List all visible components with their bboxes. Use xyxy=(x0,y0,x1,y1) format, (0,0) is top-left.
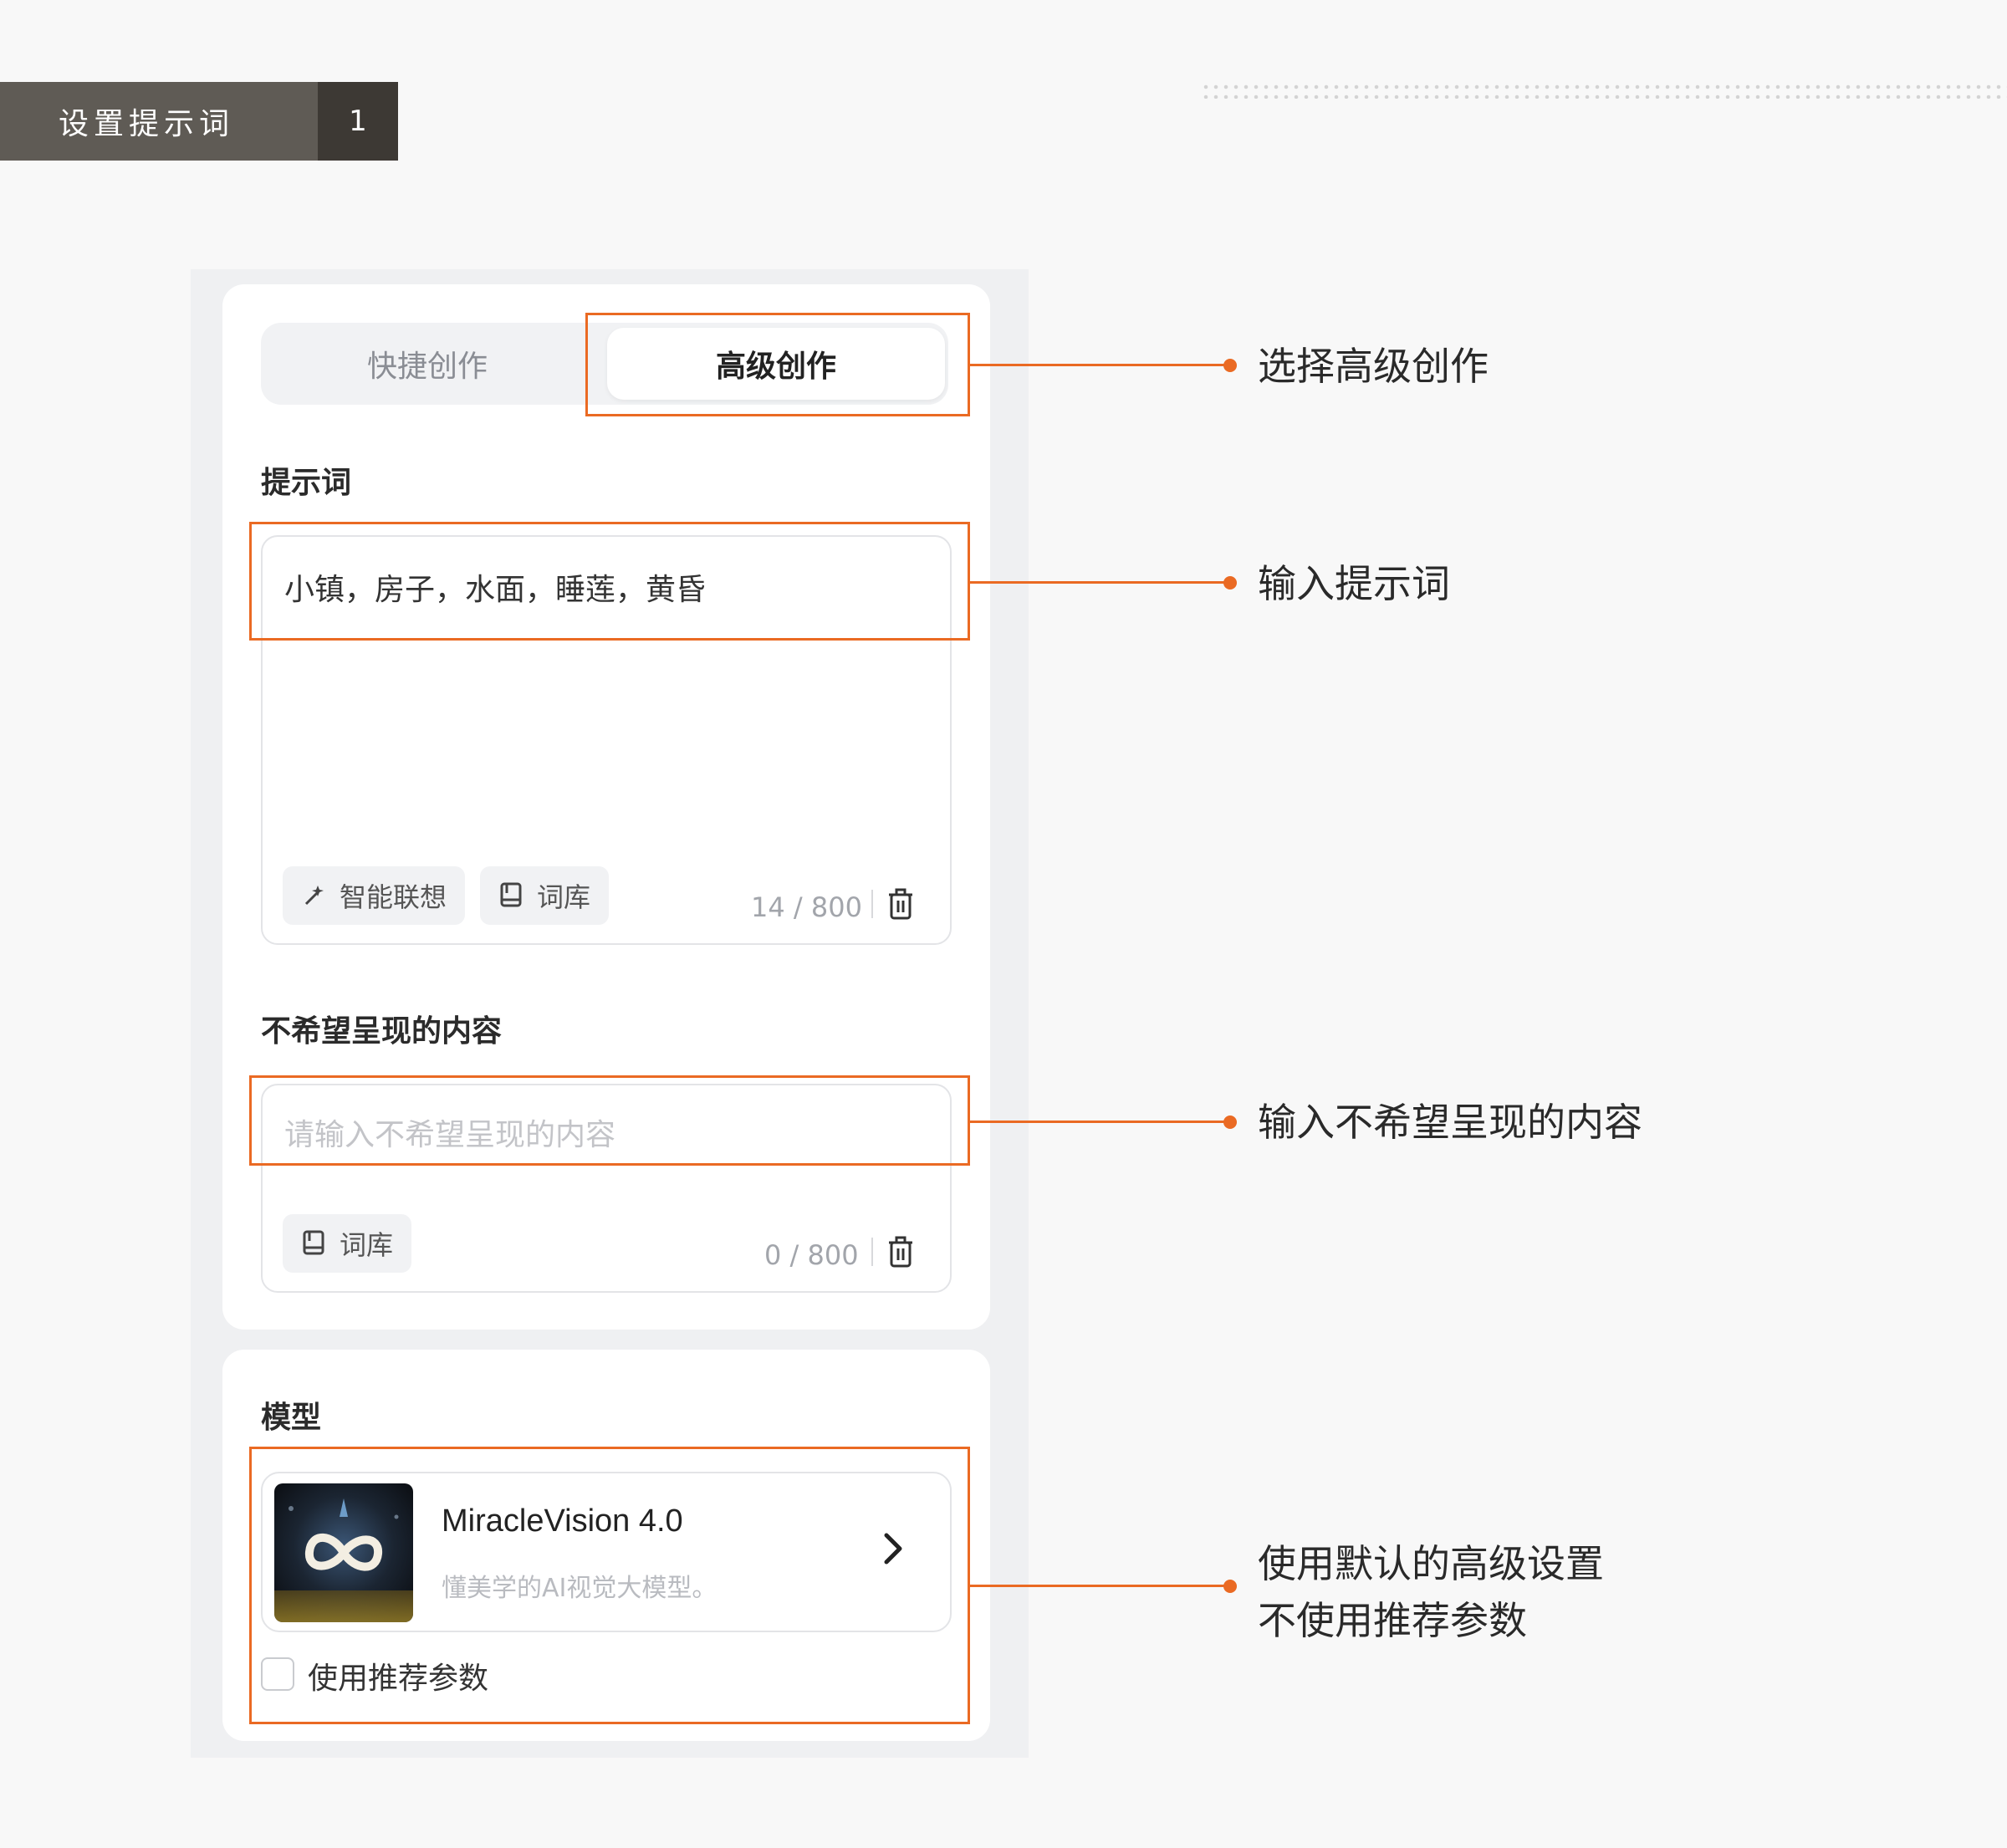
prompt-library-button[interactable]: 词库 xyxy=(480,866,610,925)
highlight-negative-input xyxy=(249,1075,970,1166)
step-title: 设置提示词 xyxy=(0,82,318,161)
prompt-char-counter: 14 / 800 xyxy=(751,891,862,923)
negative-clear-trash-icon[interactable] xyxy=(886,1236,915,1269)
book-icon xyxy=(498,881,525,910)
tab-quick-create[interactable]: 快捷创作 xyxy=(261,328,594,400)
annotation-input-prompt: 输入提示词 xyxy=(1258,561,1450,606)
highlight-model-section xyxy=(249,1447,970,1724)
leader-line xyxy=(970,1585,1229,1587)
step-tag: 设置提示词 1 xyxy=(0,82,398,161)
negative-library-label: 词库 xyxy=(340,1229,394,1261)
negative-prompt-label: 不希望呈现的内容 xyxy=(261,1014,503,1049)
highlight-advanced-tab xyxy=(585,313,970,416)
leader-dot xyxy=(1223,1580,1237,1593)
annotation-default-settings: 使用默认的高级设置 不使用推荐参数 xyxy=(1258,1535,1604,1649)
negative-char-counter: 0 / 800 xyxy=(764,1239,859,1271)
prompt-library-label: 词库 xyxy=(537,881,591,913)
annotation-default-settings-line1: 使用默认的高级设置 xyxy=(1258,1541,1604,1586)
smart-suggest-label: 智能联想 xyxy=(340,881,447,913)
decorative-dots xyxy=(1201,82,2007,99)
leader-line xyxy=(970,364,1229,366)
leader-dot xyxy=(1223,1115,1237,1129)
annotation-input-negative: 输入不希望呈现的内容 xyxy=(1258,1100,1642,1145)
annotation-select-advanced: 选择高级创作 xyxy=(1258,344,1489,389)
leader-dot xyxy=(1223,576,1237,590)
prompt-label: 提示词 xyxy=(261,466,352,500)
wand-icon xyxy=(301,882,328,909)
smart-suggest-button[interactable]: 智能联想 xyxy=(283,866,466,925)
highlight-prompt-input xyxy=(249,522,970,641)
negative-library-button[interactable]: 词库 xyxy=(283,1214,412,1273)
leader-line xyxy=(970,1121,1229,1123)
annotation-default-settings-line2: 不使用推荐参数 xyxy=(1258,1598,1527,1643)
leader-line xyxy=(970,581,1229,584)
divider xyxy=(871,1238,873,1266)
step-number: 1 xyxy=(318,82,398,161)
leader-dot xyxy=(1223,359,1237,372)
model-label: 模型 xyxy=(261,1401,322,1435)
divider xyxy=(871,890,873,918)
book-icon xyxy=(301,1229,328,1258)
prompt-clear-trash-icon[interactable] xyxy=(886,888,915,921)
